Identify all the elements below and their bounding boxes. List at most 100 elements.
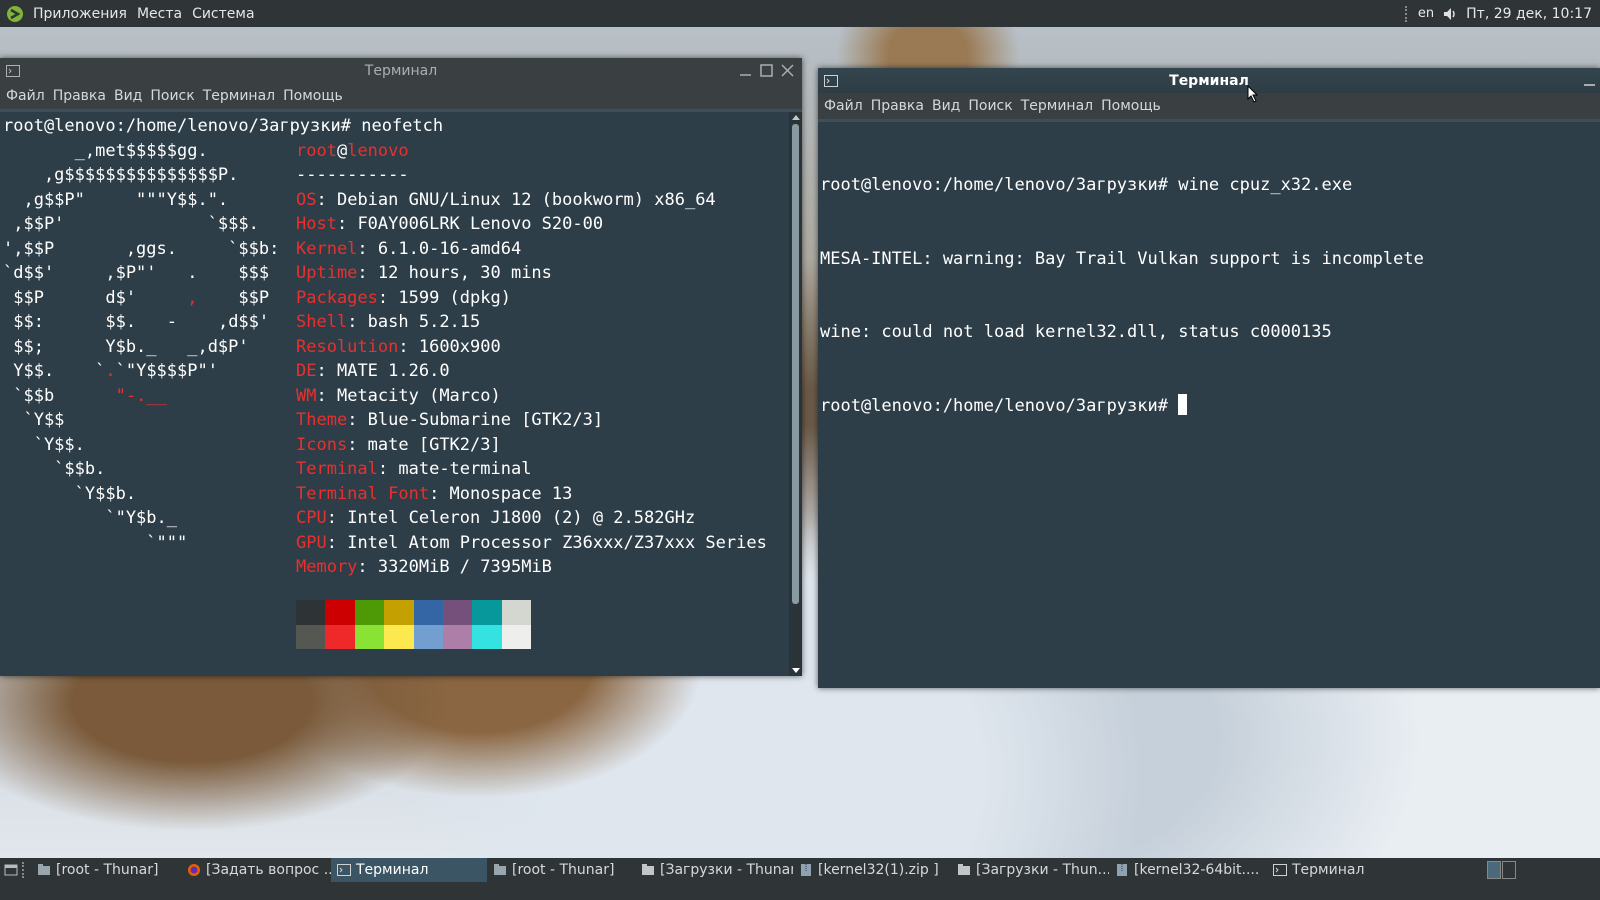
ascii-art-line: ,g$$$$$$$$$$$$$$$P. xyxy=(3,165,239,185)
workspace-2[interactable] xyxy=(1502,861,1516,879)
menu-file[interactable]: Файл xyxy=(2,88,49,104)
close-button[interactable] xyxy=(779,62,796,79)
info-separator: : xyxy=(347,410,368,430)
menu-view[interactable]: Вид xyxy=(928,98,964,114)
terminal-icon xyxy=(6,64,20,77)
color-swatch xyxy=(325,600,355,625)
menu-terminal[interactable]: Терминал xyxy=(1017,98,1097,114)
scrollbar[interactable] xyxy=(789,112,802,676)
taskbar-button[interactable]: [Загрузки - Thun... xyxy=(951,858,1109,882)
color-swatch xyxy=(472,624,502,649)
panel-handle[interactable] xyxy=(22,862,27,878)
show-desktop-icon[interactable] xyxy=(4,863,18,877)
menu-help[interactable]: Помощь xyxy=(279,88,347,104)
info-separator: : xyxy=(377,459,399,479)
folder-icon xyxy=(642,864,654,875)
info-value: F0AY006LRK Lenovo S20-00 xyxy=(357,214,604,234)
places-menu[interactable]: Места xyxy=(132,6,187,22)
terminal-icon xyxy=(824,74,838,87)
info-separator: : xyxy=(357,238,378,259)
info-key: Packages xyxy=(296,287,378,308)
info-separator: : xyxy=(316,361,337,381)
terminal-output[interactable]: root@lenovo:/home/lenovo/Загрузки# neofe… xyxy=(0,112,802,676)
keyboard-layout-indicator[interactable]: en xyxy=(1418,6,1434,21)
menu-edit[interactable]: Правка xyxy=(49,88,110,104)
top-panel: Приложения Места Система en Пт, 29 дек, … xyxy=(0,0,1600,27)
info-key: Terminal xyxy=(296,459,378,479)
info-value: Debian GNU/Linux 12 (bookworm) x86_64 xyxy=(336,189,716,210)
taskbar-button[interactable]: [Задать вопрос ... xyxy=(181,858,331,882)
minimize-button[interactable] xyxy=(737,62,754,79)
taskbar-button[interactable]: [root - Thunar] xyxy=(31,858,181,882)
color-swatch xyxy=(413,600,443,625)
ascii-art-line: `"Y$b._ xyxy=(3,508,177,528)
mate-logo-icon[interactable] xyxy=(6,5,24,23)
taskbar-button[interactable]: Терминал xyxy=(331,858,487,882)
terminal-icon xyxy=(1273,864,1287,876)
panel-handle[interactable] xyxy=(1404,5,1410,22)
info-value: 6.1.0-16-amd64 xyxy=(377,238,522,259)
taskbar-button[interactable]: Терминал xyxy=(1267,858,1367,882)
scroll-up-arrow-icon[interactable] xyxy=(792,115,800,120)
ascii-art-line: `Y$$b. xyxy=(3,483,137,504)
system-info-row: Resolution: 1600x900 xyxy=(296,335,767,360)
terminal-window-right[interactable]: Терминал Файл Правка Вид Поиск Терминал … xyxy=(818,68,1600,688)
thunar-icon xyxy=(38,864,50,875)
info-value: 1599 (dpkg) xyxy=(398,287,511,308)
taskbar-button[interactable]: [kernel32(1).zip ] xyxy=(793,858,951,882)
menu-view[interactable]: Вид xyxy=(110,88,146,104)
info-separator: : xyxy=(326,508,348,528)
system-info-row: Kernel: 6.1.0-16-amd64 xyxy=(296,237,767,262)
system-info-row: OS: Debian GNU/Linux 12 (bookworm) x86_6… xyxy=(296,188,767,213)
menu-search[interactable]: Поиск xyxy=(964,98,1016,114)
taskbar-button[interactable]: [Загрузки - Thunar] xyxy=(635,858,793,882)
menu-help[interactable]: Помощь xyxy=(1097,98,1165,114)
menu-bar: Файл Правка Вид Поиск Терминал Помощь xyxy=(818,93,1600,119)
window-titlebar[interactable]: Терминал xyxy=(0,58,802,83)
workspace-switcher[interactable] xyxy=(1487,861,1516,879)
volume-icon[interactable] xyxy=(1442,6,1458,22)
minimize-button[interactable] xyxy=(1581,72,1598,89)
info-separator: : xyxy=(398,336,419,357)
taskbar-button[interactable]: [root - Thunar] xyxy=(487,858,635,882)
taskbar-button-label: [Загрузки - Thun... xyxy=(976,862,1109,878)
taskbar-button-label: [root - Thunar] xyxy=(512,862,615,878)
workspace-1[interactable] xyxy=(1487,861,1501,879)
info-key: OS xyxy=(296,189,317,210)
info-separator: : xyxy=(377,287,399,308)
color-swatch xyxy=(354,624,385,649)
taskbar-button-label: [kernel32(1).zip ] xyxy=(818,862,939,878)
info-separator: : xyxy=(326,532,348,553)
archive-icon xyxy=(801,864,811,876)
scroll-down-arrow-icon[interactable] xyxy=(792,668,800,673)
menu-edit[interactable]: Правка xyxy=(867,98,928,114)
menu-bar: Файл Правка Вид Поиск Терминал Помощь xyxy=(0,83,802,109)
system-info-row: Uptime: 12 hours, 30 mins xyxy=(296,261,767,286)
system-info-row: Shell: bash 5.2.15 xyxy=(296,310,767,335)
task-list: [root - Thunar] [Задать вопрос ... Термина… xyxy=(31,858,1367,882)
terminal-icon xyxy=(337,864,351,876)
terminal-output[interactable]: root@lenovo:/home/lenovo/Загрузки# wine … xyxy=(818,122,1600,688)
scrollbar-thumb[interactable] xyxy=(792,124,799,604)
info-value: Blue-Submarine [GTK2/3] xyxy=(367,410,604,430)
applications-menu[interactable]: Приложения xyxy=(28,6,132,22)
taskbar-button-label: [Задать вопрос ... xyxy=(206,862,331,878)
system-info-row: Memory: 3320MiB / 7395MiB xyxy=(296,555,767,580)
system-info-row: Terminal: mate-terminal xyxy=(296,457,767,482)
menu-terminal[interactable]: Терминал xyxy=(199,88,279,104)
user-host-line: root@lenovo xyxy=(296,140,409,161)
terminal-window-left[interactable]: Терминал Файл Правка Вид Поиск Терминал … xyxy=(0,58,802,676)
text-cursor xyxy=(1178,393,1188,415)
info-value: Intel Celeron J1800 (2) @ 2.582GHz xyxy=(347,508,696,528)
info-separator: : xyxy=(316,189,337,210)
taskbar-button[interactable]: [kernel32-64bit.... xyxy=(1109,858,1267,882)
maximize-button[interactable] xyxy=(758,62,775,79)
system-menu[interactable]: Система xyxy=(187,6,259,22)
clock[interactable]: Пт, 29 дек, 10:17 xyxy=(1466,6,1592,22)
terminal-line: MESA-INTEL: warning: Bay Trail Vulkan su… xyxy=(820,248,1424,269)
window-titlebar[interactable]: Терминал xyxy=(818,68,1600,93)
info-value: 12 hours, 30 mins xyxy=(377,263,552,283)
color-swatch xyxy=(384,600,414,625)
menu-file[interactable]: Файл xyxy=(820,98,867,114)
menu-search[interactable]: Поиск xyxy=(146,88,198,104)
